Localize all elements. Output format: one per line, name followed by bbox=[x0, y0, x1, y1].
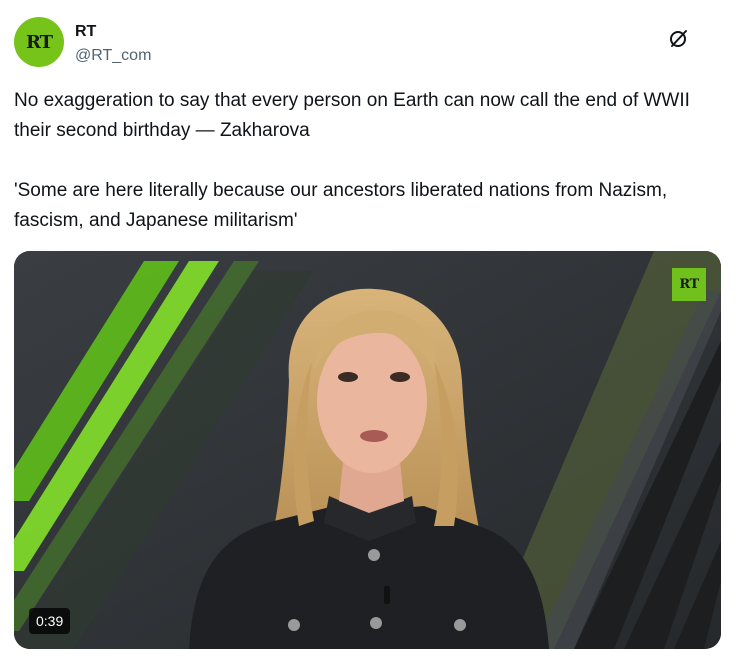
handle[interactable]: @RT_com bbox=[75, 45, 151, 67]
rt-logo-text: RT bbox=[679, 277, 699, 292]
rt-channel-logo: RT bbox=[672, 268, 706, 301]
tweet-header: RT RT @RT_com bbox=[14, 17, 728, 69]
tweet-paragraph: No exaggeration to say that every person… bbox=[14, 90, 690, 141]
display-name[interactable]: RT bbox=[75, 22, 151, 42]
avatar-logo-text: RT bbox=[25, 31, 53, 53]
grok-button[interactable] bbox=[662, 21, 696, 55]
avatar[interactable]: RT bbox=[14, 17, 64, 67]
video-frame bbox=[14, 251, 721, 649]
tweet-text: No exaggeration to say that every person… bbox=[14, 86, 726, 236]
grok-icon bbox=[670, 30, 687, 47]
tweet-paragraph: 'Some are here literally because our anc… bbox=[14, 180, 668, 231]
video-duration-badge: 0:39 bbox=[29, 608, 71, 634]
video-player[interactable]: RT 0:39 bbox=[14, 251, 721, 649]
author-names: RT @RT_com bbox=[75, 22, 151, 67]
